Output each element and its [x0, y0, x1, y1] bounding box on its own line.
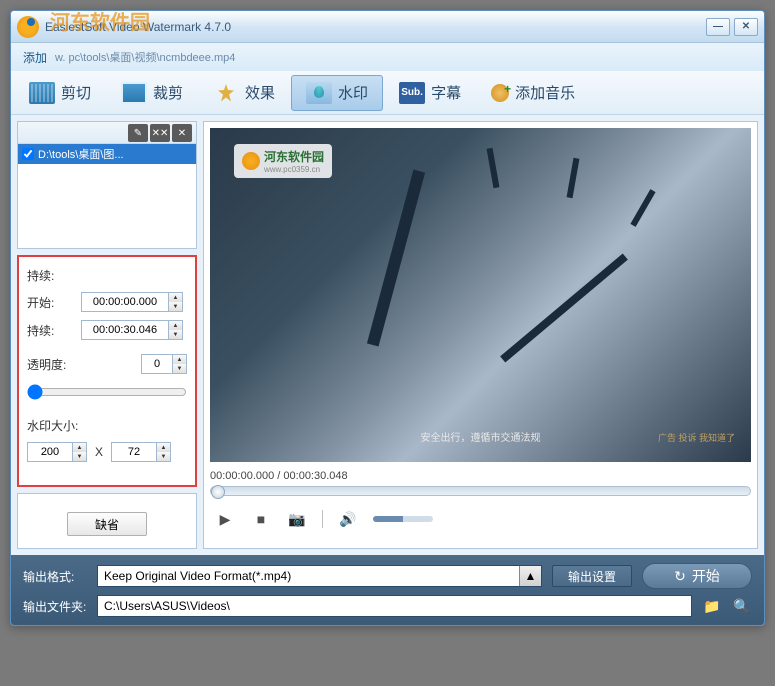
video-corner-text: 广告 投诉 我知道了 [658, 431, 735, 444]
output-folder-input[interactable]: C:\Users\ASUS\Videos\ [97, 595, 692, 617]
video-subtitle: 安全出行，遵循市交通法规 [421, 429, 541, 444]
watermark-icon [306, 82, 332, 104]
wm-logo-icon [242, 152, 260, 170]
stop-button[interactable]: ■ [250, 511, 272, 527]
list-toolbar: ✎ ✕✕ ✕ [18, 122, 196, 144]
x-separator: X [95, 445, 103, 459]
duration-input[interactable]: ▲▼ [81, 320, 183, 340]
remove-button[interactable]: ✕ [172, 124, 192, 142]
start-time-input[interactable]: ▲▼ [81, 292, 183, 312]
crop-icon [121, 82, 147, 104]
tab-cut[interactable]: 剪切 [15, 75, 105, 111]
window-controls: — ✕ [706, 18, 758, 36]
spin-up[interactable]: ▲ [173, 355, 186, 364]
tab-music[interactable]: 添加音乐 [477, 75, 589, 111]
start-label: 开始: [27, 294, 73, 311]
spin-down[interactable]: ▼ [169, 302, 182, 311]
spin-up[interactable]: ▲ [169, 293, 182, 302]
watermark-overlay: 河东软件园 www.pc0359.cn [234, 144, 332, 178]
search-icon[interactable]: 🔍 [732, 596, 752, 616]
item-checkbox[interactable] [22, 148, 34, 160]
opacity-label: 透明度: [27, 356, 83, 373]
main-tabs: 剪切 裁剪 效果 水印 Sub.字幕 添加音乐 [11, 71, 764, 115]
video-preview[interactable]: 河东软件园 www.pc0359.cn 安全出行，遵循市交通法规 广告 投诉 我… [210, 128, 751, 462]
file-path: w. pc\tools\桌面\视频\ncmbdeee.mp4 [55, 49, 235, 65]
snapshot-button[interactable]: 📷 [286, 511, 308, 528]
list-item[interactable]: D:\tools\桌面\图... [18, 144, 196, 164]
format-label: 输出格式: [23, 568, 87, 585]
size-label: 水印大小: [27, 417, 78, 434]
close-button[interactable]: ✕ [734, 18, 758, 36]
item-label: D:\tools\桌面\图... [38, 146, 124, 162]
refresh-icon: ↻ [674, 568, 686, 585]
play-button[interactable]: ▶ [214, 511, 236, 528]
tab-subtitle[interactable]: Sub.字幕 [385, 75, 475, 111]
start-button[interactable]: ↻开始 [642, 563, 752, 589]
window-title: EasiestSoft Video Watermark 4.7.0 [45, 20, 706, 34]
format-select[interactable]: Keep Original Video Format(*.mp4) ▲ [97, 565, 542, 587]
spin-down[interactable]: ▼ [73, 452, 86, 461]
edit-button[interactable]: ✎ [128, 124, 148, 142]
minimize-button[interactable]: — [706, 18, 730, 36]
right-panel: 河东软件园 www.pc0359.cn 安全出行，遵循市交通法规 广告 投诉 我… [203, 121, 758, 549]
width-input[interactable]: ▲▼ [27, 442, 87, 462]
duration-label: 持续: [27, 322, 73, 339]
clear-all-button[interactable]: ✕✕ [150, 124, 170, 142]
tab-watermark[interactable]: 水印 [291, 75, 383, 111]
spin-up[interactable]: ▲ [169, 321, 182, 330]
watermark-settings: 持续: 开始: ▲▼ 持续: ▲▼ 透明度: ▲▼ 水印大小: ▲▼ [17, 255, 197, 487]
dropdown-icon[interactable]: ▲ [519, 566, 541, 586]
add-label[interactable]: 添加 [23, 49, 47, 66]
spin-up[interactable]: ▲ [157, 443, 170, 452]
progress-handle[interactable] [211, 485, 225, 499]
tab-crop[interactable]: 裁剪 [107, 75, 197, 111]
spin-up[interactable]: ▲ [73, 443, 86, 452]
timeline: 00:00:00.000 / 00:00:30.048 [210, 470, 751, 496]
progress-bar[interactable] [210, 486, 751, 496]
subtitle-icon: Sub. [399, 82, 425, 104]
output-settings-button[interactable]: 输出设置 [552, 565, 632, 587]
folder-label: 输出文件夹: [23, 598, 87, 615]
volume-button[interactable]: 🔊 [337, 511, 359, 528]
spin-down[interactable]: ▼ [157, 452, 170, 461]
opacity-input[interactable]: ▲▼ [141, 354, 187, 374]
music-icon [491, 84, 509, 102]
film-icon [29, 82, 55, 104]
volume-slider[interactable] [373, 516, 433, 522]
player-controls: ▶ ■ 📷 🔊 [210, 510, 751, 528]
duration-header: 持续: [27, 267, 54, 284]
pathbar: 添加 w. pc\tools\桌面\视频\ncmbdeee.mp4 [11, 43, 764, 71]
video-area: 河东软件园 www.pc0359.cn 安全出行，遵循市交通法规 广告 投诉 我… [203, 121, 758, 549]
spin-down[interactable]: ▼ [173, 364, 186, 373]
titlebar[interactable]: EasiestSoft Video Watermark 4.7.0 河东软件园 … [11, 11, 764, 43]
app-window: EasiestSoft Video Watermark 4.7.0 河东软件园 … [10, 10, 765, 626]
content-area: ✎ ✕✕ ✕ D:\tools\桌面\图... 持续: 开始: ▲▼ 持续: ▲… [11, 115, 764, 555]
left-panel: ✎ ✕✕ ✕ D:\tools\桌面\图... 持续: 开始: ▲▼ 持续: ▲… [17, 121, 197, 549]
spin-down[interactable]: ▼ [169, 330, 182, 339]
browse-folder-icon[interactable]: 📁 [702, 596, 722, 616]
opacity-slider[interactable] [27, 384, 187, 400]
watermark-list: ✎ ✕✕ ✕ D:\tools\桌面\图... [17, 121, 197, 249]
default-button[interactable]: 缺省 [67, 512, 147, 536]
app-icon [17, 16, 39, 38]
height-input[interactable]: ▲▼ [111, 442, 171, 462]
tab-effect[interactable]: 效果 [199, 75, 289, 111]
time-display: 00:00:00.000 / 00:00:30.048 [210, 470, 751, 482]
bottom-bar: 输出格式: Keep Original Video Format(*.mp4) … [11, 555, 764, 625]
effect-icon [213, 82, 239, 104]
